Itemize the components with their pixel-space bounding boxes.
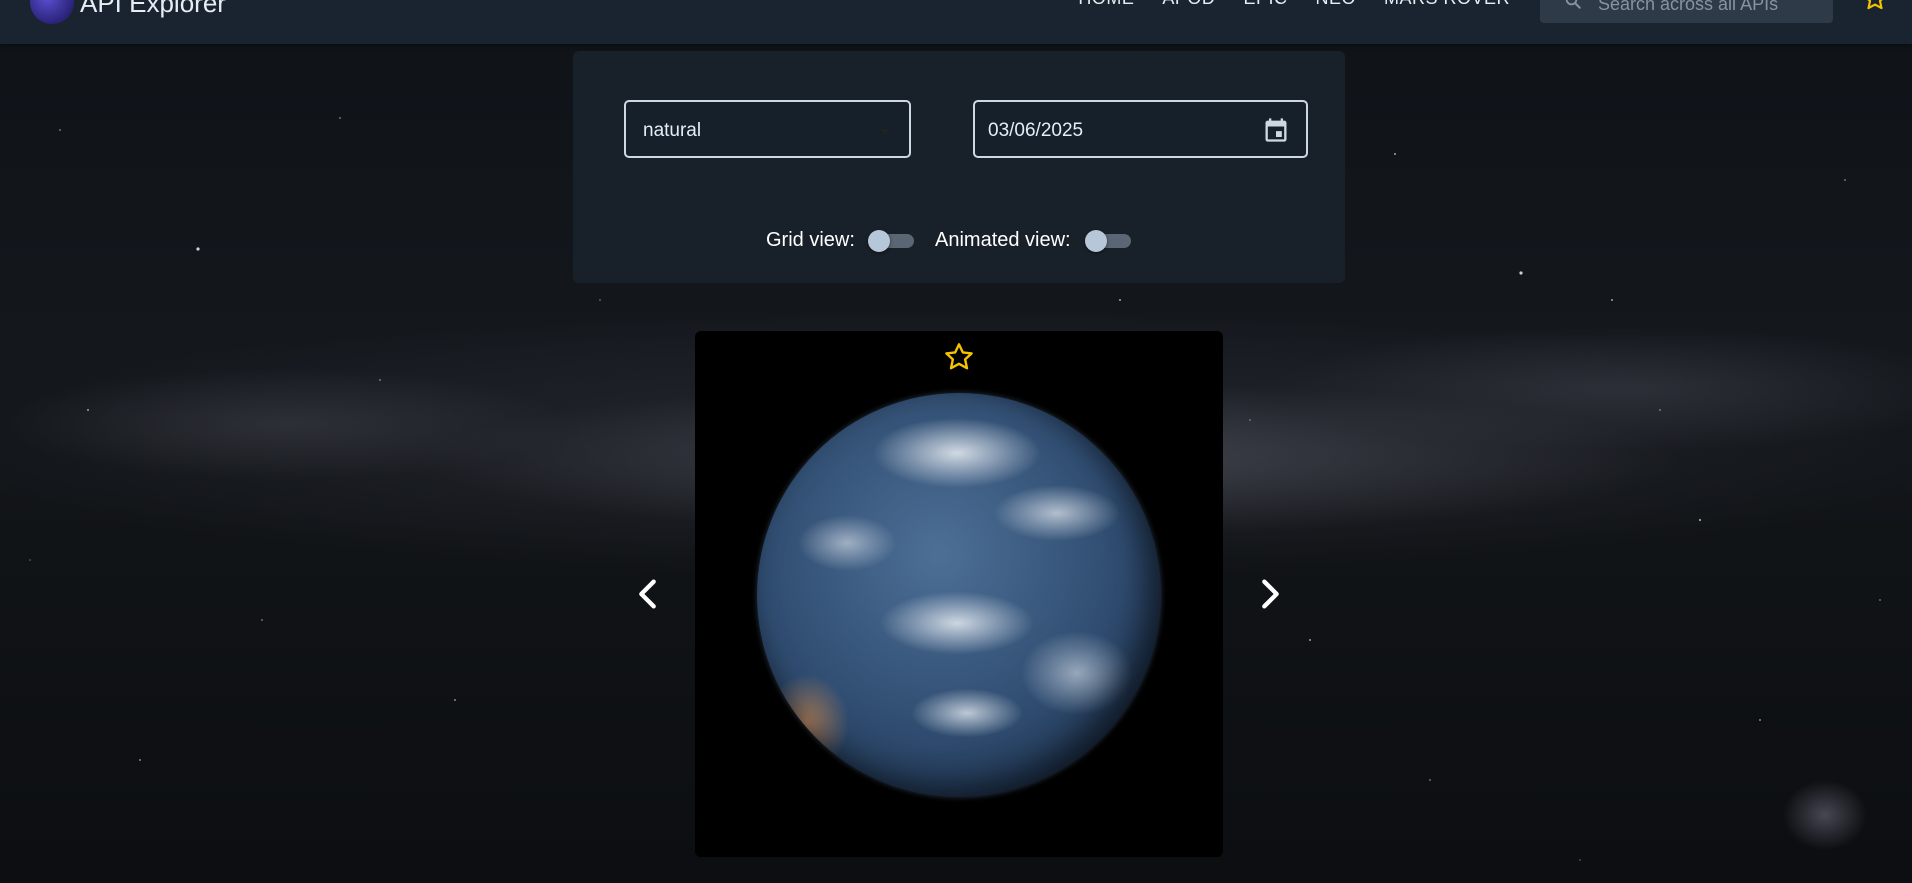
grid-view-toggle[interactable] xyxy=(868,230,914,252)
animated-view-toggle[interactable] xyxy=(1085,230,1131,252)
image-type-value: natural xyxy=(643,120,702,141)
nav-link-epic[interactable]: EPIC xyxy=(1243,0,1287,9)
earth-image[interactable] xyxy=(757,393,1161,797)
global-search xyxy=(1540,0,1833,23)
favorites-star-icon[interactable] xyxy=(1862,0,1888,12)
nav-link-home[interactable]: HOME xyxy=(1078,0,1134,9)
view-toggles: Grid view: Animated view: xyxy=(573,226,1345,256)
nasa-logo-icon[interactable] xyxy=(30,0,74,24)
grid-view-label: Grid view: xyxy=(766,229,855,251)
date-picker[interactable]: 03/06/2025 xyxy=(973,100,1308,158)
animated-view-toggle-knob xyxy=(1085,230,1107,252)
animated-view-label: Animated view: xyxy=(935,229,1071,251)
grid-view-toggle-knob xyxy=(868,230,890,252)
image-type-select[interactable]: natural xyxy=(624,100,911,158)
next-image-button[interactable] xyxy=(1250,574,1290,614)
top-navbar: API Explorer HOME APOD EPIC NEO MARS ROV… xyxy=(0,0,1912,44)
global-search-input[interactable] xyxy=(1598,0,1818,16)
chevron-right-icon xyxy=(1262,579,1279,609)
favorite-star-icon[interactable] xyxy=(943,341,975,373)
search-icon xyxy=(1565,0,1581,9)
chevron-left-icon xyxy=(639,579,656,609)
calendar-icon[interactable] xyxy=(1262,116,1290,144)
app-name[interactable]: API Explorer xyxy=(80,0,226,19)
epic-image-card xyxy=(695,331,1223,857)
date-value: 03/06/2025 xyxy=(988,120,1084,141)
epic-controls-panel: natural 03/06/2025 Grid view: Animated v… xyxy=(573,51,1345,283)
nav-link-mars-rover[interactable]: MARS ROVER xyxy=(1384,0,1510,9)
previous-image-button[interactable] xyxy=(628,574,668,614)
nav-link-neo[interactable]: NEO xyxy=(1315,0,1356,9)
nav-links: HOME APOD EPIC NEO MARS ROVER xyxy=(1078,0,1510,9)
chevron-down-icon xyxy=(880,129,890,134)
nav-link-apod[interactable]: APOD xyxy=(1162,0,1215,9)
